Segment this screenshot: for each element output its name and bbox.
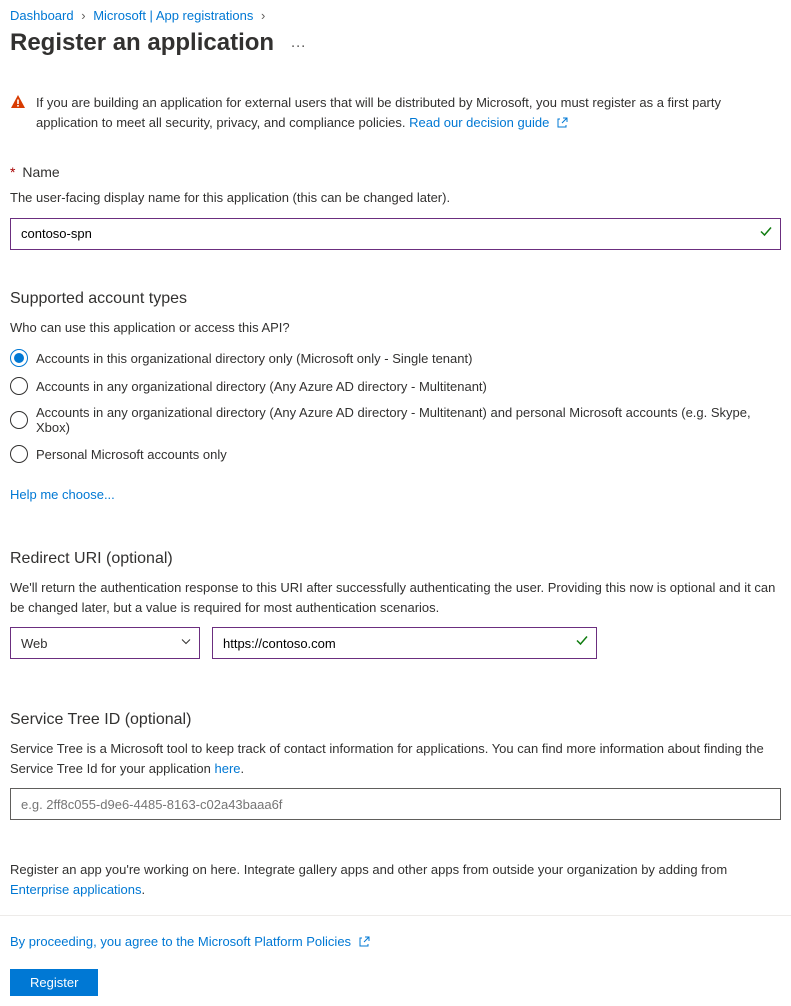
account-types-radio-group: Accounts in this organizational director… [10,349,781,463]
redirect-uri-input[interactable] [212,627,597,659]
separator [0,915,791,916]
radio-multitenant[interactable]: Accounts in any organizational directory… [10,377,781,395]
footer-text: Register an app you're working on here. … [10,860,781,899]
radio-personal-only[interactable]: Personal Microsoft accounts only [10,445,781,463]
radio-button-icon [10,411,28,429]
external-link-icon [556,115,568,135]
service-tree-here-link[interactable]: here [215,761,241,776]
more-icon[interactable]: … [290,34,306,52]
decision-guide-link[interactable]: Read our decision guide [409,115,568,130]
radio-label: Accounts in any organizational directory… [36,405,781,435]
name-help-text: The user-facing display name for this ap… [10,188,781,208]
radio-button-icon [10,377,28,395]
external-link-icon [358,936,370,951]
radio-button-icon [10,445,28,463]
radio-label: Personal Microsoft accounts only [36,447,227,462]
service-tree-heading: Service Tree ID (optional) [10,711,781,729]
account-types-heading: Supported account types [10,290,781,308]
name-label: * Name [10,164,781,180]
service-tree-help: Service Tree is a Microsoft tool to keep… [10,739,781,778]
breadcrumb-separator: › [261,8,265,23]
breadcrumb-app-registrations[interactable]: Microsoft | App registrations [93,8,253,23]
redirect-uri-help: We'll return the authentication response… [10,578,781,617]
radio-multitenant-personal[interactable]: Accounts in any organizational directory… [10,405,781,435]
breadcrumb: Dashboard › Microsoft | App registration… [0,0,791,27]
register-button[interactable]: Register [10,969,98,996]
breadcrumb-dashboard[interactable]: Dashboard [10,8,74,23]
redirect-uri-heading: Redirect URI (optional) [10,550,781,568]
radio-label: Accounts in this organizational director… [36,351,472,366]
enterprise-applications-link[interactable]: Enterprise applications [10,882,142,897]
name-input[interactable] [10,218,781,250]
breadcrumb-separator: › [81,8,85,23]
service-tree-id-input[interactable] [10,788,781,820]
checkmark-icon [759,224,773,243]
radio-button-icon [10,349,28,367]
policy-text: By proceeding, you agree to the Microsof… [10,934,781,951]
warning-icon [10,94,26,116]
warning-text: If you are building an application for e… [36,95,721,130]
help-me-choose-link[interactable]: Help me choose... [10,487,115,502]
radio-single-tenant[interactable]: Accounts in this organizational director… [10,349,781,367]
page-title: Register an application [10,29,274,57]
radio-label: Accounts in any organizational directory… [36,379,487,394]
platform-policies-link[interactable]: By proceeding, you agree to the Microsof… [10,934,370,949]
checkmark-icon [575,634,589,653]
required-indicator: * [10,164,15,180]
warning-banner: If you are building an application for e… [10,71,781,144]
account-types-question: Who can use this application or access t… [10,318,781,338]
platform-select[interactable]: Web [10,627,200,659]
